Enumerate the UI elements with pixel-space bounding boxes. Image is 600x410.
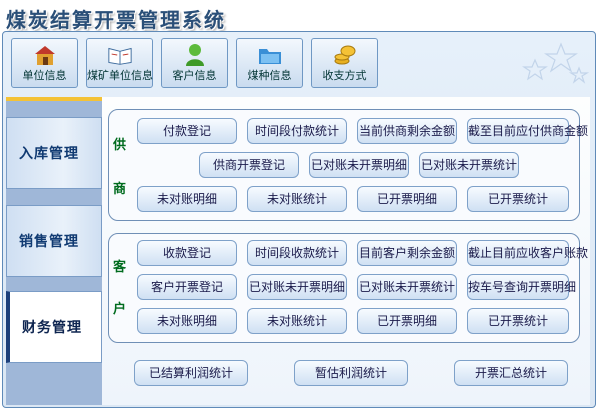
estimated-profit-stats-button[interactable]: 暂估利润统计 <box>294 360 408 386</box>
customer-unreconciled-detail-button[interactable]: 未对账明细 <box>137 308 237 334</box>
person-icon <box>182 43 208 67</box>
supplier-invoiced-stats-button[interactable]: 已开票统计 <box>467 186 569 212</box>
toolbar-label: 煤种信息 <box>247 69 292 82</box>
nav-tab-finance-management[interactable]: 财务管理 <box>6 291 102 363</box>
toolbar-button-customer-info[interactable]: 客户信息 <box>161 38 228 88</box>
sidebar: 入库管理 销售管理 财务管理 <box>6 97 102 405</box>
customer-period-receipt-stats-button[interactable]: 时间段收款统计 <box>247 240 347 266</box>
nav-tab-label: 入库管理 <box>19 146 79 162</box>
nav-highlight-bar <box>6 97 102 101</box>
book-icon <box>107 43 133 67</box>
toolbar-label: 客户信息 <box>172 69 217 82</box>
customer-remaining-balance-button[interactable]: 目前客户剩余金额 <box>357 240 457 266</box>
invoice-summary-stats-button[interactable]: 开票汇总统计 <box>454 360 568 386</box>
customer-reconciled-uninvoiced-detail-button[interactable]: 已对账未开票明细 <box>247 274 347 300</box>
toolbar-button-unit-info[interactable]: 单位信息 <box>11 38 78 88</box>
toolbar-button-coal-type-info[interactable]: 煤种信息 <box>236 38 303 88</box>
toolbar: 单位信息 煤矿单位信息 客户信息 煤种信息 收支方式 <box>11 38 378 92</box>
supplier-group-title-bottom: 商 <box>113 182 127 197</box>
folder-icon <box>257 43 283 67</box>
supplier-unreconciled-detail-button[interactable]: 未对账明细 <box>137 186 237 212</box>
house-icon <box>32 43 58 67</box>
settled-profit-stats-button[interactable]: 已结算利润统计 <box>134 360 248 386</box>
toolbar-label: 收支方式 <box>322 69 367 82</box>
toolbar-button-payment-methods[interactable]: 收支方式 <box>311 38 378 88</box>
nav-tab-inbound-management[interactable]: 入库管理 <box>6 117 102 189</box>
customer-reconciled-uninvoiced-stats-button[interactable]: 已对账未开票统计 <box>357 274 457 300</box>
customer-receivable-amount-button[interactable]: 截止目前应收客户账款 <box>467 240 588 266</box>
supplier-remaining-balance-button[interactable]: 当前供商剩余金额 <box>357 118 457 144</box>
toolbar-button-mine-unit-info[interactable]: 煤矿单位信息 <box>86 38 153 88</box>
supplier-reconciled-uninvoiced-stats-button[interactable]: 已对账未开票统计 <box>419 152 519 178</box>
nav-tab-sales-management[interactable]: 销售管理 <box>6 205 102 277</box>
customer-group-title-bottom: 户 <box>113 302 127 317</box>
customer-receipt-register-button[interactable]: 收款登记 <box>137 240 237 266</box>
nav-tab-label: 财务管理 <box>22 320 82 336</box>
supplier-group: 供 商 付款登记 时间段付款统计 当前供商剩余金额 截至目前应付供商金额 供商开… <box>108 109 588 221</box>
customer-invoiced-detail-button[interactable]: 已开票明细 <box>357 308 457 334</box>
coins-icon <box>332 43 358 67</box>
customer-unreconciled-stats-button[interactable]: 未对账统计 <box>247 308 347 334</box>
app-title: 煤炭结算开票管理系统 <box>6 8 226 32</box>
customer-group-title-top: 客 <box>113 260 127 275</box>
supplier-group-title-top: 供 <box>113 138 127 153</box>
supplier-payment-register-button[interactable]: 付款登记 <box>137 118 237 144</box>
nav-tab-label: 销售管理 <box>19 234 79 250</box>
supplier-payable-amount-button[interactable]: 截至目前应付供商金额 <box>467 118 588 144</box>
supplier-unreconciled-stats-button[interactable]: 未对账统计 <box>247 186 347 212</box>
supplier-invoice-register-button[interactable]: 供商开票登记 <box>199 152 299 178</box>
toolbar-label: 煤矿单位信息 <box>87 69 153 82</box>
supplier-reconciled-uninvoiced-detail-button[interactable]: 已对账未开票明细 <box>309 152 409 178</box>
finance-panel: 供 商 付款登记 时间段付款统计 当前供商剩余金额 截至目前应付供商金额 供商开… <box>102 97 590 405</box>
customer-plate-invoice-query-button[interactable]: 按车号查询开票明细 <box>467 274 576 300</box>
toolbar-label: 单位信息 <box>22 69 67 82</box>
customer-invoice-register-button[interactable]: 客户开票登记 <box>137 274 237 300</box>
stars-decoration <box>522 42 590 84</box>
supplier-invoiced-detail-button[interactable]: 已开票明细 <box>357 186 457 212</box>
customer-group: 客 户 收款登记 时间段收款统计 目前客户剩余金额 截止目前应收客户账款 客户开… <box>108 233 588 343</box>
supplier-period-payment-stats-button[interactable]: 时间段付款统计 <box>247 118 347 144</box>
customer-invoiced-stats-button[interactable]: 已开票统计 <box>467 308 569 334</box>
